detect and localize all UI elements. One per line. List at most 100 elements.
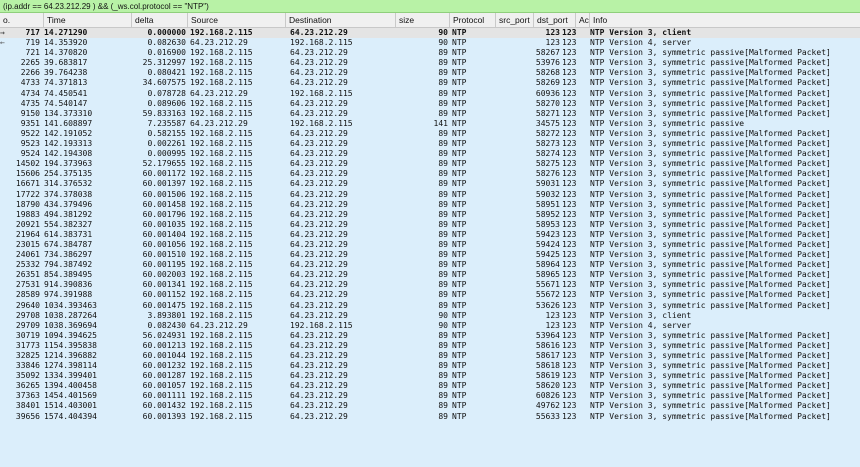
packet-destination: 192.168.2.115 bbox=[290, 118, 353, 128]
packet-protocol: NTP bbox=[452, 199, 467, 209]
packet-row[interactable]: 27531 914.390836 60.001341 192.168.2.115 64.… bbox=[0, 280, 860, 290]
packet-source: 64.23.212.29 bbox=[190, 320, 248, 330]
packet-row[interactable]: 4734 74.450541 0.078728 64.23.212.29 192.168… bbox=[0, 89, 860, 99]
packet-info: NTP Version 3, symmetric passive[Malform… bbox=[590, 340, 831, 350]
packet-row[interactable]: 9351 141.608897 7.235587 64.23.212.29 192.16… bbox=[0, 119, 860, 129]
packet-size: 89 bbox=[438, 209, 448, 219]
packet-row[interactable]: 4735 74.540147 0.089606 192.168.2.115 64.23.… bbox=[0, 99, 860, 109]
packet-delta: 52.179655 bbox=[142, 159, 186, 169]
packet-row[interactable]: 36265 1394.400458 60.001057 192.168.2.115 64… bbox=[0, 381, 860, 391]
column-header-size[interactable]: size bbox=[396, 13, 450, 27]
packet-row[interactable]: 26351 854.389495 60.002003 192.168.2.115 64.… bbox=[0, 270, 860, 280]
packet-number: 15606 bbox=[15, 169, 40, 179]
packet-row[interactable]: ← 719 14.353920 0.082630 64.23.212.29 192.168… bbox=[0, 38, 860, 48]
packet-src-port: 123 bbox=[545, 320, 560, 330]
packet-src-port: 58616 bbox=[535, 340, 560, 350]
column-header-protocol[interactable]: Protocol bbox=[450, 13, 496, 27]
packet-source: 64.23.212.29 bbox=[190, 118, 248, 128]
packet-row[interactable]: 37363 1454.401569 60.001111 192.168.2.115 64… bbox=[0, 391, 860, 401]
column-header-destination[interactable]: Destination bbox=[286, 13, 396, 27]
packet-row[interactable]: 14502 194.373963 52.179655 192.168.2.115 64.… bbox=[0, 159, 860, 169]
packet-row[interactable]: 9524 142.194308 0.000995 192.168.2.115 64.23… bbox=[0, 149, 860, 159]
packet-row[interactable]: 15606 254.375135 60.001172 192.168.2.115 64.… bbox=[0, 169, 860, 179]
packet-number: 38401 bbox=[15, 401, 40, 411]
packet-src-port: 58270 bbox=[535, 98, 560, 108]
column-header-dst-port[interactable]: dst_port bbox=[534, 13, 576, 27]
packet-list[interactable]: → 717 14.271290 0.000000 192.168.2.115 64.23.… bbox=[0, 28, 860, 467]
column-header-src-port[interactable]: src_port bbox=[496, 13, 534, 27]
packet-dst-port: 123 bbox=[562, 280, 577, 290]
packet-protocol: NTP bbox=[452, 381, 467, 391]
packet-delta: 25.312997 bbox=[142, 58, 186, 68]
packet-row[interactable]: 29708 1038.287264 3.893801 192.168.2.115 64.… bbox=[0, 311, 860, 321]
packet-protocol: NTP bbox=[452, 280, 467, 290]
packet-row[interactable]: 21964 614.383731 60.001404 192.168.2.115 64.… bbox=[0, 230, 860, 240]
packet-source: 192.168.2.115 bbox=[190, 270, 253, 280]
packet-row[interactable]: 9523 142.193313 0.002261 192.168.2.115 64.23… bbox=[0, 139, 860, 149]
packet-delta: 60.001057 bbox=[142, 381, 186, 391]
packet-info: NTP Version 3, symmetric passive[Malform… bbox=[590, 108, 831, 118]
packet-row[interactable]: 32825 1214.396882 60.001044 192.168.2.115 64… bbox=[0, 351, 860, 361]
packet-source: 192.168.2.115 bbox=[190, 401, 253, 411]
column-header-no[interactable]: o. bbox=[0, 13, 44, 27]
packet-dst-port: 123 bbox=[562, 361, 577, 371]
packet-info: NTP Version 3, symmetric passive[Malform… bbox=[590, 280, 831, 290]
packet-row[interactable]: 16671 314.376532 60.001397 192.168.2.115 64.… bbox=[0, 179, 860, 189]
packet-time: 142.194308 bbox=[44, 149, 93, 159]
column-header-delta[interactable]: delta bbox=[132, 13, 188, 27]
packet-row[interactable]: 39656 1574.404394 60.001393 192.168.2.115 64… bbox=[0, 412, 860, 422]
packet-destination: 64.23.212.29 bbox=[290, 239, 348, 249]
display-filter-bar[interactable]: (ip.addr == 64.23.212.29 ) && (_ws.col.p… bbox=[0, 0, 860, 13]
packet-number: 721 bbox=[25, 48, 40, 58]
packet-row[interactable]: 29640 1034.393463 60.001475 192.168.2.115 64… bbox=[0, 301, 860, 311]
packet-number: 17722 bbox=[15, 189, 40, 199]
packet-row[interactable]: 721 14.370820 0.016900 192.168.2.115 64.23.2… bbox=[0, 48, 860, 58]
column-header-info[interactable]: Info bbox=[590, 13, 860, 27]
packet-src-port: 58965 bbox=[535, 270, 560, 280]
display-filter-text[interactable]: (ip.addr == 64.23.212.29 ) && (_ws.col.p… bbox=[3, 2, 209, 11]
packet-row[interactable]: 29709 1038.369694 0.082430 64.23.212.29 192.… bbox=[0, 321, 860, 331]
packet-row[interactable]: 17722 374.378038 60.001506 192.168.2.115 64.… bbox=[0, 190, 860, 200]
column-header-ac[interactable]: Ac bbox=[576, 13, 590, 27]
packet-time: 974.391988 bbox=[44, 290, 93, 300]
packet-row[interactable]: 38401 1514.403001 60.001432 192.168.2.115 64… bbox=[0, 401, 860, 411]
packet-row[interactable]: 30719 1094.394625 56.024931 192.168.2.115 64… bbox=[0, 331, 860, 341]
packet-row[interactable]: 35092 1334.399401 60.001287 192.168.2.115 64… bbox=[0, 371, 860, 381]
packet-row[interactable]: 19883 494.381292 60.001796 192.168.2.115 64.… bbox=[0, 210, 860, 220]
packet-row[interactable]: 25332 794.387492 60.001195 192.168.2.115 64.… bbox=[0, 260, 860, 270]
packet-dst-port: 123 bbox=[562, 351, 577, 360]
packet-row[interactable]: 20921 554.382327 60.001035 192.168.2.115 64.… bbox=[0, 220, 860, 230]
packet-info: NTP Version 3, symmetric passive[Malform… bbox=[590, 270, 831, 280]
packet-row[interactable]: 23015 674.384787 60.001056 192.168.2.115 64.… bbox=[0, 240, 860, 250]
packet-row[interactable]: 2265 39.683817 25.312997 192.168.2.115 64.23… bbox=[0, 58, 860, 68]
packet-src-port: 59032 bbox=[535, 189, 560, 199]
packet-src-port: 58617 bbox=[535, 351, 560, 360]
packet-row[interactable]: 4733 74.371813 34.607575 192.168.2.115 64.23… bbox=[0, 78, 860, 88]
packet-size: 89 bbox=[438, 88, 448, 98]
packet-row[interactable]: 18790 434.379496 60.001458 192.168.2.115 64.… bbox=[0, 200, 860, 210]
packet-delta: 60.001195 bbox=[142, 260, 186, 270]
packet-source: 192.168.2.115 bbox=[190, 300, 253, 310]
packet-dst-port: 123 bbox=[562, 330, 577, 340]
packet-row[interactable]: 9150 134.373310 59.833163 192.168.2.115 64.2… bbox=[0, 109, 860, 119]
packet-source: 192.168.2.115 bbox=[190, 78, 253, 88]
packet-number: 719 bbox=[25, 38, 40, 48]
packet-row[interactable]: 28589 974.391988 60.001152 192.168.2.115 64.… bbox=[0, 290, 860, 300]
column-header-time[interactable]: Time bbox=[44, 13, 132, 27]
packet-row[interactable]: 9522 142.191052 0.582155 192.168.2.115 64.23… bbox=[0, 129, 860, 139]
packet-size: 89 bbox=[438, 250, 448, 260]
packet-row[interactable]: 31773 1154.395838 60.001213 192.168.2.115 64… bbox=[0, 341, 860, 351]
packet-delta: 60.001213 bbox=[142, 340, 186, 350]
packet-dst-port: 123 bbox=[562, 118, 577, 128]
packet-row[interactable]: 2266 39.764238 0.080421 192.168.2.115 64.23.… bbox=[0, 68, 860, 78]
packet-row[interactable]: 24061 734.386297 60.001510 192.168.2.115 64.… bbox=[0, 250, 860, 260]
packet-delta: 0.082430 bbox=[147, 320, 186, 330]
packet-destination: 64.23.212.29 bbox=[290, 401, 348, 411]
packet-row[interactable]: → 717 14.271290 0.000000 192.168.2.115 64.23.… bbox=[0, 28, 860, 39]
packet-time: 1038.369694 bbox=[44, 320, 97, 330]
packet-row[interactable]: 33846 1274.398114 60.001232 192.168.2.115 64… bbox=[0, 361, 860, 371]
column-header-source[interactable]: Source bbox=[188, 13, 286, 27]
packet-delta: 0.080421 bbox=[147, 68, 186, 78]
packet-source: 64.23.212.29 bbox=[190, 88, 248, 98]
packet-size: 89 bbox=[438, 58, 448, 68]
